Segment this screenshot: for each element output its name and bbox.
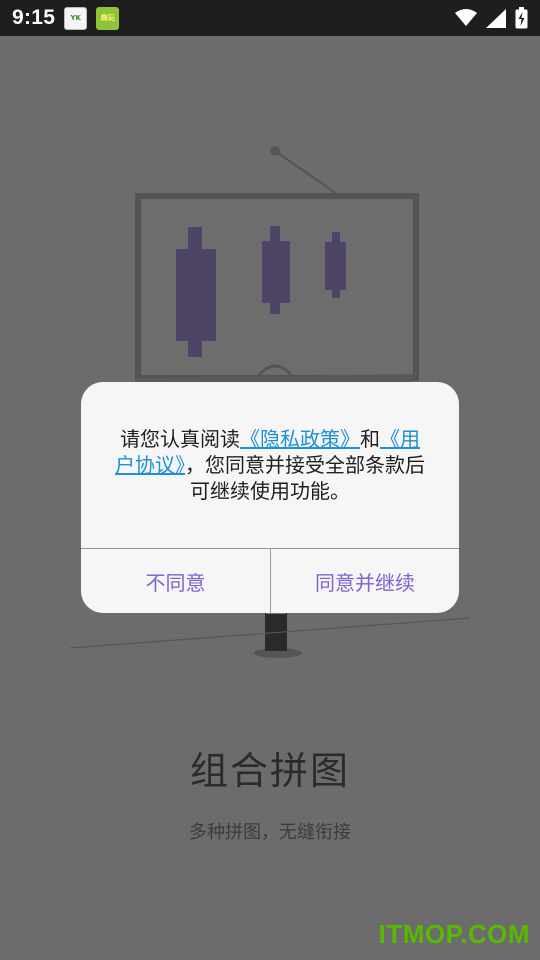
status-icons [455,7,528,29]
dialog-message: 请您认真阅读《隐私政策》和《用户协议》，您同意并接受全部条款后可继续使用功能。 [111,426,429,504]
candlestick-2-body [262,241,290,303]
wifi-icon [455,9,477,26]
message-part-1: 请您认真阅读 [120,427,240,451]
privacy-policy-link[interactable]: 《隐私政策》 [240,427,360,451]
feature-title: 组合拼图 [189,749,350,793]
feature-subtitle: 多种拼图，无缝衔接 [189,822,351,843]
site-watermark: ITMOP.COM [378,919,530,949]
candlestick-1-body [176,249,216,341]
figure-legs [265,611,287,651]
battery-charging-icon [515,7,528,29]
privacy-consent-dialog: 请您认真阅读《隐私政策》和《用户协议》，您同意并接受全部条款后可继续使用功能。 … [81,382,459,613]
message-part-2: 和 [360,427,380,451]
message-part-3: ，您同意并接受全部条款后可继续使用功能。 [185,453,425,503]
signal-icon [486,8,506,28]
yk-app-icon: YK [64,6,88,30]
game-app-icon: 趣玩 [96,6,120,30]
disagree-button[interactable]: 不同意 [81,549,270,613]
pin-icon [270,146,280,156]
status-time: 9:15 [12,6,56,29]
status-bar: 9:15 YK 趣玩 [0,0,540,36]
candlestick-3-body [325,242,346,290]
agree-continue-button[interactable]: 同意并继续 [271,549,459,613]
